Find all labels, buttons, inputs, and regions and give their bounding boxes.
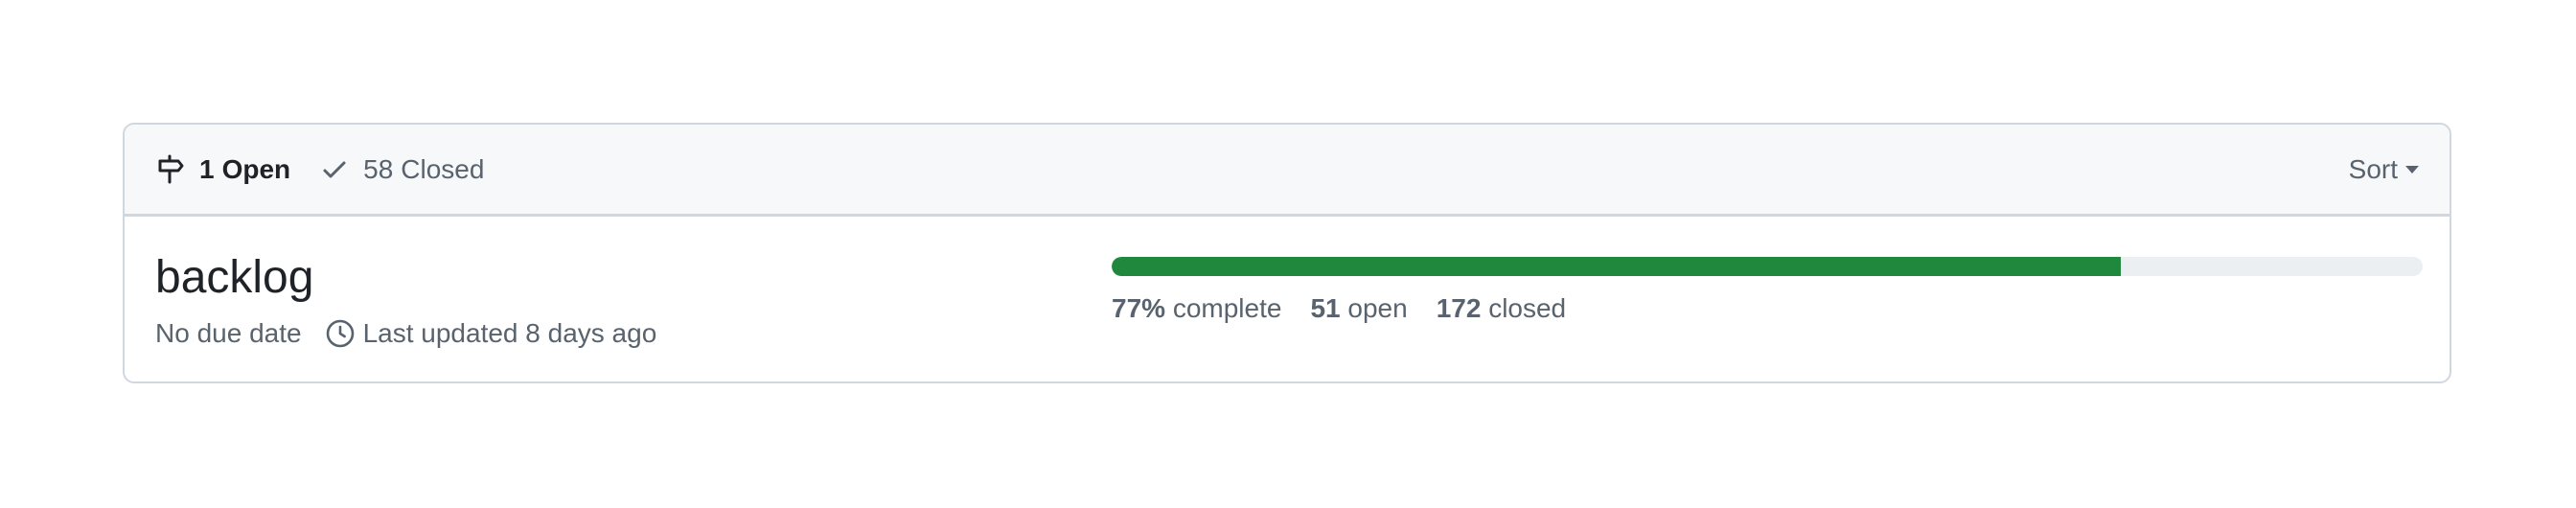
open-count: 1 bbox=[199, 153, 215, 184]
milestone-meta: No due date Last updated 8 days ago bbox=[155, 316, 656, 351]
closed-count: 58 bbox=[363, 153, 394, 184]
open-milestones-filter[interactable]: 1 Open bbox=[155, 154, 290, 185]
progress-stats: 77% complete 51 open 172 closed bbox=[1112, 291, 2423, 326]
sort-label: Sort bbox=[2348, 153, 2398, 184]
progress-bar bbox=[1112, 257, 2423, 276]
milestone-title-link[interactable]: backlog bbox=[155, 251, 313, 305]
check-icon bbox=[319, 154, 350, 185]
percent-complete: 77% complete bbox=[1112, 291, 1281, 326]
due-date: No due date bbox=[155, 318, 302, 348]
closed-milestones-filter[interactable]: 58 Closed bbox=[319, 154, 484, 185]
milestone-progress: 77% complete 51 open 172 closed bbox=[1112, 257, 2423, 326]
closed-issues-count: 172 bbox=[1436, 293, 1482, 323]
milestone-icon bbox=[155, 154, 186, 185]
last-updated: Last updated 8 days ago bbox=[362, 318, 657, 348]
closed-issues-link[interactable]: 172 closed bbox=[1437, 291, 1566, 326]
sort-dropdown[interactable]: Sort bbox=[2349, 154, 2419, 185]
triangle-down-icon bbox=[2405, 165, 2419, 173]
milestones-list-header: 1 Open 58 Closed Sort bbox=[125, 125, 2450, 217]
closed-label: Closed bbox=[401, 153, 485, 184]
progress-bar-fill bbox=[1112, 257, 2122, 276]
milestones-page: 1 Open 58 Closed Sort backlog No due dat… bbox=[0, 0, 2576, 508]
percent-value: 77% bbox=[1112, 293, 1166, 323]
state-filters: 1 Open 58 Closed bbox=[155, 154, 2349, 185]
open-issues-count: 51 bbox=[1310, 293, 1341, 323]
milestone-row: backlog No due date Last updated 8 days … bbox=[125, 217, 2450, 381]
open-label: Open bbox=[221, 153, 291, 184]
closed-issues-label: closed bbox=[1488, 293, 1567, 323]
open-issues-link[interactable]: 51 open bbox=[1310, 291, 1407, 326]
open-issues-label: open bbox=[1347, 293, 1408, 323]
milestones-list: 1 Open 58 Closed Sort backlog No due dat… bbox=[123, 123, 2451, 383]
clock-icon bbox=[325, 318, 356, 349]
percent-label: complete bbox=[1172, 293, 1282, 323]
